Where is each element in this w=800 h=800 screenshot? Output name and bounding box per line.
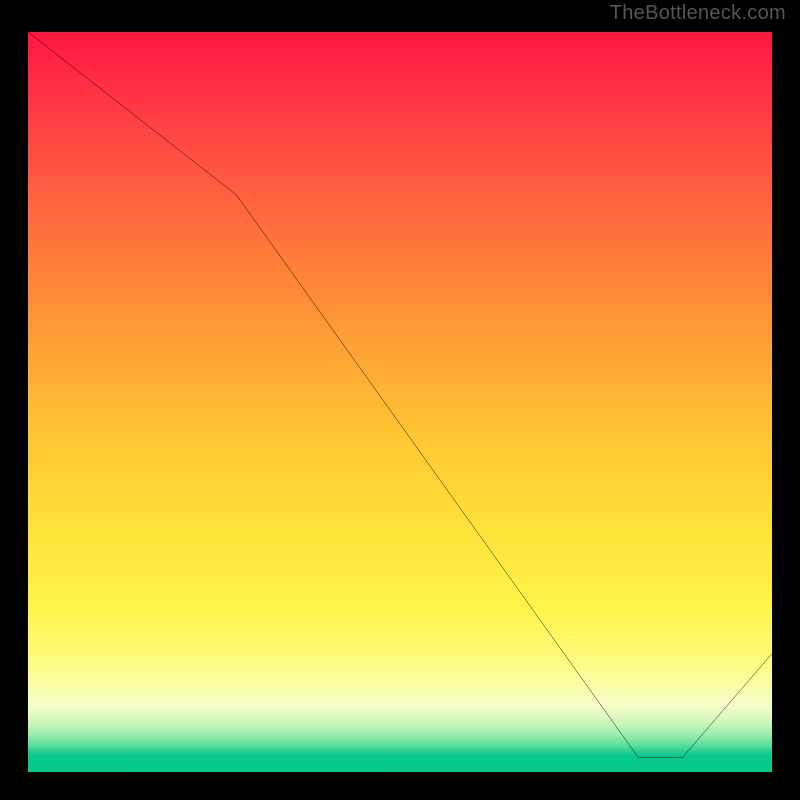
chart-plot-area bbox=[24, 28, 776, 776]
watermark-text: TheBottleneck.com bbox=[610, 2, 786, 25]
chart-line-layer bbox=[28, 32, 772, 772]
series-curve bbox=[28, 32, 772, 757]
